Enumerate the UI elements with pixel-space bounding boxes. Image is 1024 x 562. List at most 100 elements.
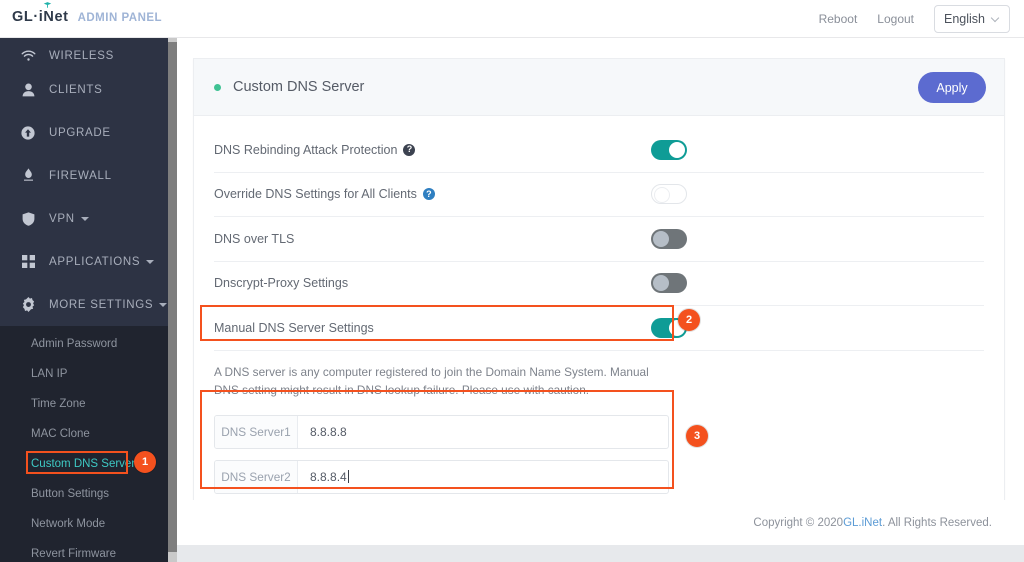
setting-label: DNS over TLS (214, 231, 295, 246)
submenu-item-network-mode[interactable]: Network Mode (0, 509, 168, 539)
sidebar-item-upgrade[interactable]: UPGRADE (0, 111, 168, 154)
sidebar-item-label: APPLICATIONS (49, 255, 141, 268)
footer: Copyright © 2020 GL.iNet. All Rights Res… (177, 500, 1024, 545)
toggle-knob (653, 275, 669, 292)
card-body: DNS Rebinding Attack Protection? Override… (194, 116, 1004, 525)
annotation-badge-3: 3 (686, 425, 708, 447)
brand-logo-text: GL·iNet (12, 9, 69, 25)
input-dns-server1[interactable]: 8.8.8.8 (298, 416, 668, 448)
sidebar: WIRELESS CLIENTS UPGRADE FIREWALL VPN APPLICA… (0, 38, 168, 562)
sidebar-item-label: WIRELESS (49, 50, 115, 62)
page-scrollbar-thumb[interactable] (168, 42, 177, 552)
input-dns-server2[interactable]: 8.8.8.4 (298, 461, 668, 493)
submenu-item-mac-clone[interactable]: MAC Clone (0, 419, 168, 449)
sidebar-item-label: UPGRADE (49, 126, 111, 139)
toggle-knob (669, 141, 685, 158)
sidebar-item-label: VPN (49, 212, 75, 225)
annotation-badge-1: 1 (134, 451, 156, 473)
apply-button[interactable]: Apply (918, 72, 986, 103)
caret-down-icon (159, 302, 168, 307)
submenu-item-label: Time Zone (31, 398, 86, 410)
header-actions: Reboot Logout English (819, 5, 1010, 33)
logout-link[interactable]: Logout (877, 5, 914, 33)
submenu-item-revert-firmware[interactable]: Revert Firmware (0, 539, 168, 562)
sidebar-item-label: CLIENTS (49, 83, 103, 96)
brand-link[interactable]: GL.iNet (843, 517, 882, 529)
input-group-dns-server2: DNS Server2 8.8.8.4 (214, 459, 669, 494)
text-cursor (347, 470, 349, 483)
input-label-dns-server2: DNS Server2 (215, 460, 298, 493)
card-header: Custom DNS Server Apply (194, 59, 1004, 116)
dns-inputs: DNS Server1 8.8.8.8 DNS Server2 8.8.8.4 (214, 414, 669, 494)
submenu-item-label: Revert Firmware (31, 548, 116, 560)
input-group-dns-server1: DNS Server1 8.8.8.8 (214, 414, 669, 449)
help-icon[interactable]: ? (403, 143, 416, 156)
sidebar-item-wireless[interactable]: WIRELESS (0, 38, 168, 68)
submenu-item-label: MAC Clone (31, 428, 90, 440)
toggle-override-dns-settings-for-all-clients[interactable] (651, 184, 687, 205)
sidebar-submenu: Admin Password LAN IP Time Zone MAC Clone Cu… (0, 326, 168, 562)
toggle-dnscrypt-proxy-settings[interactable] (651, 273, 687, 294)
submenu-item-time-zone[interactable]: Time Zone (0, 389, 168, 419)
help-icon[interactable]: ? (422, 188, 435, 201)
setting-row-manual-dns-server-settings: Manual DNS Server Settings (214, 306, 984, 351)
toggle-knob (653, 230, 669, 247)
sidebar-item-firewall[interactable]: FIREWALL (0, 154, 168, 197)
admin-panel-page: GL·iNet ADMIN PANEL Reboot Logout Englis… (0, 0, 1024, 562)
antenna-icon (43, 2, 52, 8)
shield-icon (18, 211, 38, 226)
custom-dns-card: Custom DNS Server Apply DNS Rebinding At… (193, 58, 1005, 526)
grid-icon (18, 255, 38, 268)
status-dot-icon (214, 83, 221, 91)
flame-icon (18, 168, 38, 183)
toggle-dns-rebinding-attack-protection[interactable] (651, 139, 687, 160)
reboot-link[interactable]: Reboot (819, 5, 858, 33)
main-content: Custom DNS Server Apply DNS Rebinding At… (177, 38, 1024, 562)
copyright-prefix: Copyright © 2020 (753, 516, 844, 529)
page-title: Custom DNS Server (233, 79, 365, 95)
brand-subtitle: ADMIN PANEL (77, 12, 163, 24)
user-icon (18, 83, 38, 97)
sidebar-item-clients[interactable]: CLIENTS (0, 68, 168, 111)
submenu-item-lan-ip[interactable]: LAN IP (0, 359, 168, 389)
copyright-suffix: . All Rights Reserved. (882, 516, 992, 529)
setting-label: DNS Rebinding Attack Protection? (214, 143, 416, 157)
submenu-item-admin-password[interactable]: Admin Password (0, 329, 168, 359)
wifi-icon (18, 50, 38, 62)
submenu-item-label: Button Settings (31, 488, 109, 500)
submenu-item-label: Custom DNS Server (31, 458, 136, 470)
brand-logo: GL·iNet (12, 2, 69, 25)
setting-label: Override DNS Settings for All Clients? (214, 187, 435, 201)
toggle-dns-over-tls[interactable] (651, 228, 687, 249)
sidebar-item-label: MORE SETTINGS (49, 298, 154, 311)
sidebar-item-more-settings[interactable]: MORE SETTINGS (0, 283, 168, 326)
submenu-item-label: Network Mode (31, 518, 106, 530)
sidebar-nav: WIRELESS CLIENTS UPGRADE FIREWALL VPN APPLICA… (0, 38, 168, 326)
language-select[interactable]: English (934, 5, 1010, 33)
submenu-item-label: Admin Password (31, 338, 118, 350)
gear-icon (18, 297, 38, 312)
annotation-badge-2: 2 (678, 309, 700, 331)
caret-down-icon (80, 216, 89, 221)
language-select-value: English (944, 12, 985, 26)
sidebar-item-vpn[interactable]: VPN (0, 197, 168, 240)
chevron-down-icon (992, 15, 1000, 23)
submenu-item-button-settings[interactable]: Button Settings (0, 479, 168, 509)
settings-rows: DNS Rebinding Attack Protection? Override… (194, 128, 1004, 351)
sidebar-item-label: FIREWALL (49, 169, 112, 182)
caret-down-icon (146, 259, 155, 264)
setting-label: Dnscrypt-Proxy Settings (214, 276, 349, 291)
submenu-item-label: LAN IP (31, 368, 68, 380)
top-header: GL·iNet ADMIN PANEL Reboot Logout Englis… (0, 0, 1024, 38)
setting-row-dns-rebinding-attack-protection: DNS Rebinding Attack Protection? (214, 128, 984, 173)
toggle-knob (654, 187, 670, 204)
sidebar-item-applications[interactable]: APPLICATIONS (0, 240, 168, 283)
page-scrollbar[interactable] (168, 38, 177, 562)
setting-row-dnscrypt-proxy-settings: Dnscrypt-Proxy Settings (214, 262, 984, 306)
setting-row-dns-over-tls: DNS over TLS (214, 217, 984, 262)
manual-dns-description: A DNS server is any computer registered … (214, 364, 649, 397)
setting-row-override-dns-settings-for-all-clients: Override DNS Settings for All Clients? (214, 173, 984, 217)
brand: GL·iNet ADMIN PANEL (12, 2, 163, 25)
bottom-band (177, 545, 1024, 562)
setting-label: Manual DNS Server Settings (214, 320, 374, 335)
